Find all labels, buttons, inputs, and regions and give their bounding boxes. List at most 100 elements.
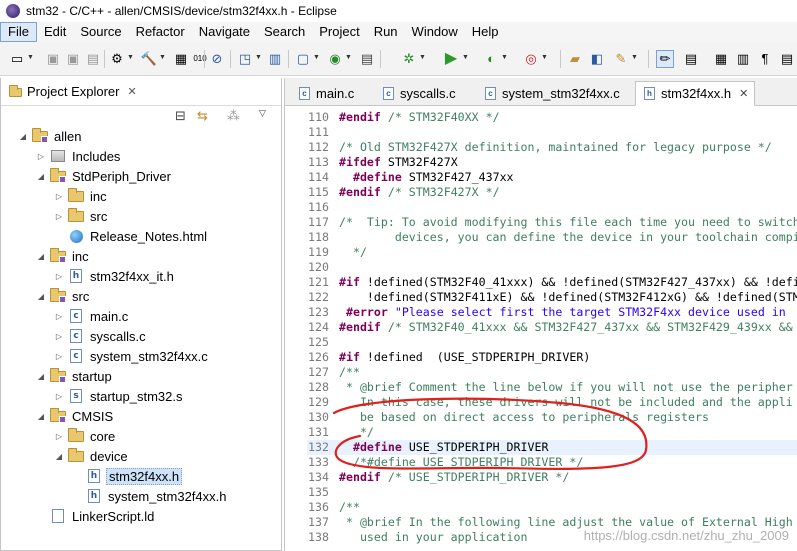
open-element-icon[interactable]: ▤ xyxy=(358,50,376,68)
code-line[interactable]: 128 * @brief Comment the line below if y… xyxy=(307,380,797,395)
binary-icon[interactable]: 010 xyxy=(191,50,209,68)
code-line[interactable]: 133 /*#define USE_STDPERIPH_DRIVER */ xyxy=(307,455,797,470)
tree-item-system-stm32f4xx-c[interactable]: ▷ c system_stm32f4xx.c xyxy=(53,346,210,366)
code-line[interactable]: 116 xyxy=(307,200,797,215)
tree-item-src[interactable]: ◢ src xyxy=(35,286,91,306)
tree-item-core[interactable]: ▷ core xyxy=(53,426,117,446)
code-line[interactable]: 110 #endif /* STM32F40XX */ xyxy=(307,110,797,125)
open-type-icon[interactable]: ◉ xyxy=(326,50,344,68)
expanded-twisty-icon[interactable]: ◢ xyxy=(35,412,47,421)
code-line[interactable]: 126 #if !defined (USE_STDPERIPH_DRIVER) xyxy=(307,350,797,365)
collapsed-twisty-icon[interactable]: ▷ xyxy=(53,272,65,281)
collapsed-twisty-icon[interactable]: ▷ xyxy=(35,152,47,161)
code-line[interactable]: 123 #error "Please select first the targ… xyxy=(307,305,797,320)
code-line[interactable]: 114 #define STM32F427_437xx xyxy=(307,170,797,185)
menu-window[interactable]: Window xyxy=(405,23,465,41)
view-menu-icon[interactable]: ▽ xyxy=(259,108,266,119)
new-icon[interactable]: ▭ xyxy=(8,50,26,68)
expanded-twisty-icon[interactable]: ◢ xyxy=(17,132,29,141)
menu-help[interactable]: Help xyxy=(465,23,506,41)
code-line[interactable]: 135 xyxy=(307,485,797,500)
tree-item-system-stm32f4xx-h[interactable]: h system_stm32f4xx.h xyxy=(71,486,229,506)
collapsed-twisty-icon[interactable]: ▷ xyxy=(53,432,65,441)
tree-item-startup[interactable]: ◢ startup xyxy=(35,366,114,386)
menu-edit[interactable]: Edit xyxy=(37,23,73,41)
tree-item-stm32f4xx-it-h[interactable]: ▷ h stm32f4xx_it.h xyxy=(53,266,176,286)
editor-tab-syscalls-c[interactable]: c syscalls.c xyxy=(375,81,456,106)
menu-project[interactable]: Project xyxy=(312,23,366,41)
code-line[interactable]: 113 #ifdef STM32F427X xyxy=(307,155,797,170)
tree-item-device[interactable]: ◢ device xyxy=(53,446,130,466)
expanded-twisty-icon[interactable]: ◢ xyxy=(35,252,47,261)
expanded-twisty-icon[interactable]: ◢ xyxy=(53,452,65,461)
mark-occurrences-icon[interactable]: ✏ xyxy=(656,50,674,68)
tree-item-includes[interactable]: ▷ Includes xyxy=(35,146,122,166)
build-icon[interactable]: 🔨 xyxy=(140,50,158,68)
tree-item-linkerscript-ld[interactable]: LinkerScript.ld xyxy=(35,506,156,526)
tree-item-release-notes-html[interactable]: Release_Notes.html xyxy=(53,226,209,246)
tree-item-stm32f4xx-h[interactable]: h stm32f4xx.h xyxy=(71,466,183,486)
tree-item-cmsis[interactable]: ◢ CMSIS xyxy=(35,406,115,426)
toggle-word-wrap-icon[interactable]: ▤ xyxy=(682,50,700,68)
collapsed-twisty-icon[interactable]: ▷ xyxy=(53,212,65,221)
block-selection-icon[interactable]: ▦ xyxy=(712,50,730,68)
close-tab-icon[interactable]: ✕ xyxy=(739,87,748,100)
search-icon[interactable]: ✎ xyxy=(612,50,630,68)
expanded-twisty-icon[interactable]: ◢ xyxy=(35,172,47,181)
collapse-all-icon[interactable]: ⊟ xyxy=(175,108,186,124)
tree-item-src[interactable]: ▷ src xyxy=(53,206,109,226)
open-file-icon[interactable]: ◧ xyxy=(588,50,606,68)
new-class-icon[interactable]: ▢ xyxy=(294,50,312,68)
menu-source[interactable]: Source xyxy=(73,23,128,41)
code-line[interactable]: 120 xyxy=(307,260,797,275)
code-line-current[interactable]: 132 #define USE_STDPERIPH_DRIVER xyxy=(307,440,797,455)
expanded-twisty-icon[interactable]: ◢ xyxy=(35,372,47,381)
tree-item-startup-stm32-s[interactable]: ▷ s startup_stm32.s xyxy=(53,386,185,406)
tree-item-allen[interactable]: ◢ allen xyxy=(17,126,83,146)
tree-item-stdperiph-driver[interactable]: ◢ StdPeriph_Driver xyxy=(35,166,173,186)
skip-breakpoints-icon[interactable]: ⊘ xyxy=(208,50,226,68)
tree-item-inc[interactable]: ◢ inc xyxy=(35,246,91,266)
code-line[interactable]: 118 devices, you can define the device i… xyxy=(307,230,797,245)
editor-tab-stm32f4xx-h[interactable]: h stm32f4xx.h ✕ xyxy=(635,81,755,106)
new-source-folder-icon[interactable]: ▥ xyxy=(266,50,284,68)
menu-run[interactable]: Run xyxy=(367,23,405,41)
tree-item-syscalls-c[interactable]: ▷ c syscalls.c xyxy=(53,326,148,346)
code-view[interactable]: 110 #endif /* STM32F40XX */ 111 112 /* Old S… xyxy=(307,108,797,551)
collapsed-twisty-icon[interactable]: ▷ xyxy=(53,312,65,321)
manage-configurations-icon[interactable]: ⚙ xyxy=(108,50,126,68)
editor-tab-main-c[interactable]: c main.c xyxy=(291,81,354,106)
code-line[interactable]: 124 #endif /* STM32F40_41xxx && STM32F427… xyxy=(307,320,797,335)
code-line[interactable]: 125 xyxy=(307,335,797,350)
new-c-project-icon[interactable]: ◳ xyxy=(236,50,254,68)
code-line[interactable]: 115 #endif /* STM32F427X */ xyxy=(307,185,797,200)
code-line[interactable]: 130 be based on direct access to periphe… xyxy=(307,410,797,425)
paragraph-icon[interactable]: ¶ xyxy=(756,50,774,68)
build-all-icon[interactable]: ▦ xyxy=(172,50,190,68)
code-line[interactable]: 129 In this case, these drivers will not… xyxy=(307,395,797,410)
collapsed-twisty-icon[interactable]: ▷ xyxy=(53,392,65,401)
close-icon[interactable]: ✕ xyxy=(127,85,136,98)
collapsed-twisty-icon[interactable]: ▷ xyxy=(53,332,65,341)
code-line[interactable]: 136 /** xyxy=(307,500,797,515)
link-with-editor-icon[interactable]: ⇆ xyxy=(197,108,208,124)
code-line[interactable]: 131 */ xyxy=(307,425,797,440)
external-tools-icon[interactable]: ◎ xyxy=(522,50,540,68)
project-explorer-tab[interactable]: Project Explorer ✕ xyxy=(1,78,281,106)
run-last-tool-icon[interactable]: ◐ xyxy=(482,50,500,68)
code-line[interactable]: 119 */ xyxy=(307,245,797,260)
code-line[interactable]: 117 /* Tip: To avoid modifying this file … xyxy=(307,215,797,230)
code-line[interactable]: 122 !defined(STM32F411xE) && !defined(ST… xyxy=(307,290,797,305)
code-line[interactable]: 127 /** xyxy=(307,365,797,380)
open-folder-icon[interactable]: ▰ xyxy=(566,50,584,68)
show-whitespace-icon[interactable]: ▥ xyxy=(734,50,752,68)
menu-search[interactable]: Search xyxy=(257,23,312,41)
code-line[interactable]: 134 #endif /* USE_STDPERIPH_DRIVER */ xyxy=(307,470,797,485)
print-icon[interactable]: ▤ xyxy=(84,50,102,68)
save-all-icon[interactable]: ▣ xyxy=(64,50,82,68)
code-line[interactable]: 121 #if !defined(STM32F40_41xxx) && !defi… xyxy=(307,275,797,290)
filters-icon[interactable]: ⁂ xyxy=(227,108,240,124)
code-line[interactable]: 111 xyxy=(307,125,797,140)
new-dropdown-icon[interactable]: ▼ xyxy=(27,54,34,61)
code-line[interactable]: 112 /* Old STM32F427X definition, maintai… xyxy=(307,140,797,155)
